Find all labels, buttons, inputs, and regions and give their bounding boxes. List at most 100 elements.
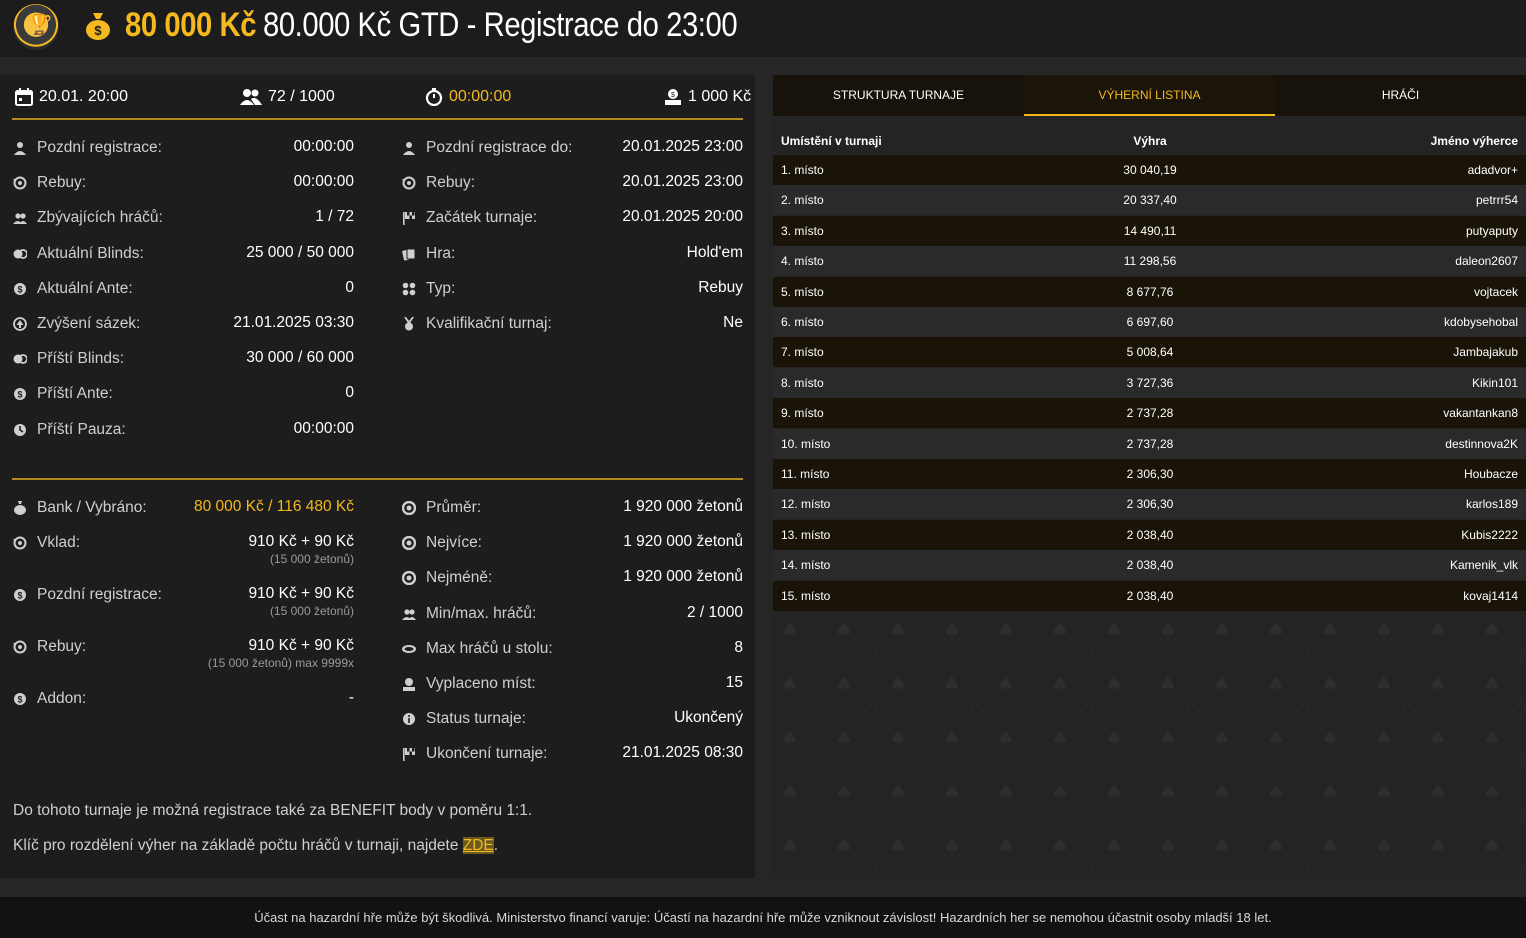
info-value: 00:00:00 — [293, 138, 354, 155]
info-row: Rebuy: — [13, 171, 86, 195]
table-row: 15. místo 2 038,40 kovaj1414 — [773, 580, 1526, 611]
money-value: 910 Kč + 90 Kč — [248, 637, 354, 654]
money-value: 80 000 Kč / 116 480 Kč — [194, 498, 354, 515]
cell-winner: karlos189 — [1465, 497, 1518, 512]
info-row: Hra: — [402, 242, 455, 266]
moneybag-icon: $ — [86, 13, 110, 40]
cell-place: 5. místo — [781, 284, 824, 299]
cell-winner: kovaj1414 — [1463, 588, 1518, 603]
info-icon — [403, 713, 415, 726]
cell-prize: 2 038,40 — [1126, 588, 1174, 603]
stopwatch-icon — [425, 88, 443, 106]
start-date: 20.01. 20:00 — [15, 85, 128, 109]
payout-key-link[interactable]: ZDE — [462, 837, 494, 854]
cell-place: 4. místo — [781, 254, 824, 269]
table-row: 3. místo 14 490,11 putyaputy — [773, 215, 1526, 246]
money-row: $ Pozdní registrace: — [13, 583, 162, 607]
info-row: $ Aktuální Ante: — [13, 277, 133, 301]
countdown-timer: 00:00:00 — [425, 85, 511, 109]
table-icon — [402, 644, 416, 653]
cell-prize: 2 038,40 — [1126, 558, 1174, 573]
cell-prize: 20 337,40 — [1123, 193, 1177, 208]
money-row: $ Addon: — [13, 687, 86, 711]
info-value: 2 / 1000 — [686, 603, 743, 621]
info-label: Max hráčů u stolu: — [426, 639, 553, 657]
divider — [12, 118, 743, 120]
money-label: Rebuy: — [37, 638, 87, 655]
tab-players[interactable]: HRÁČI — [1275, 75, 1526, 116]
cell-prize: 11 298,56 — [1123, 254, 1177, 269]
cell-prize: 6 697,60 — [1126, 315, 1174, 329]
info-label: Průměr: — [426, 499, 482, 516]
users-icon — [402, 608, 416, 620]
cell-place: 9. místo — [781, 406, 824, 421]
user-icon — [403, 142, 415, 155]
info-value: 1 920 000 žetonů — [623, 568, 743, 586]
svg-text:$: $ — [17, 591, 22, 601]
info-row: Status turnaje: — [402, 707, 526, 731]
cell-place: 14. místo — [781, 558, 831, 573]
clock-icon — [14, 423, 26, 436]
cell-winner: vakantankan8 — [1443, 406, 1518, 421]
col-header-prize: Výhra — [1133, 134, 1167, 148]
cell-prize: 2 737,28 — [1126, 436, 1174, 451]
cell-prize: 30 040,19 — [1123, 163, 1177, 177]
cell-place: 1. místo — [781, 163, 824, 177]
cell-place: 2. místo — [781, 193, 824, 208]
info-row: Zbývajících hráčů: — [13, 206, 163, 230]
col-header-winner: Jméno výherce — [1430, 134, 1518, 148]
info-row: Rebuy: — [402, 171, 475, 195]
tournament-prize: 80 000 Kč — [125, 6, 257, 44]
info-value: 30 000 / 60 000 — [246, 349, 354, 367]
info-row: Začátek turnaje: — [402, 206, 537, 230]
cell-prize: 3 727,36 — [1126, 375, 1174, 390]
raise-icon — [13, 317, 27, 331]
tab-payout-list[interactable]: VÝHERNÍ LISTINA — [1024, 75, 1275, 116]
results-panel: ♠ ♡ STRUKTURA TURNAJE VÝHERNÍ LISTINA HR… — [773, 75, 1526, 878]
cell-winner: Kubis2222 — [1461, 527, 1518, 542]
user-icon — [14, 142, 26, 155]
info-label: Zbývajících hráčů: — [37, 209, 163, 227]
tournament-title: 80.000 Kč GTD - Registrace do 23:00 — [263, 6, 738, 44]
info-value: 20.01.2025 20:00 — [622, 208, 743, 226]
cell-winner: Kamenik_vlk — [1449, 558, 1518, 573]
chip-icon — [402, 536, 416, 551]
cell-winner: Jambajakub — [1453, 345, 1518, 360]
info-label: Pozdní registrace do: — [426, 139, 573, 156]
info-value: Ukončený — [674, 709, 743, 727]
cell-prize: 2 306,30 — [1126, 497, 1174, 512]
payout-key-note: Klíč pro rozdělení výher na základě počt… — [13, 837, 498, 855]
cards-icon — [402, 248, 416, 261]
info-label: Začátek turnaje: — [426, 209, 538, 227]
player-count-value: 72 / 1000 — [268, 88, 335, 105]
info-row: Vyplaceno míst: — [402, 672, 536, 696]
money-label: Bank / Vybráno: — [37, 499, 147, 516]
cell-winner: Kikin101 — [1471, 375, 1518, 390]
info-label: Min/max. hráčů: — [426, 604, 537, 622]
money-row: Rebuy: — [13, 635, 86, 659]
cell-place: 12. místo — [781, 497, 831, 512]
info-label: Aktuální Blinds: — [37, 244, 144, 262]
cell-winner: putyaputy — [1465, 223, 1518, 238]
results-tabs: STRUKTURA TURNAJE VÝHERNÍ LISTINA HRÁČI — [773, 75, 1526, 116]
info-label: Příští Blinds: — [37, 350, 124, 368]
trophy-icon: 🏆 — [13, 4, 59, 50]
info-row: Ukončení turnaje: — [402, 742, 548, 766]
page-header: 🏆 $ 80 000 Kč 80.000 Kč GTD - Registrace… — [0, 0, 1526, 57]
table-row: 8. místo 3 727,36 Kikin101 — [773, 367, 1526, 398]
info-value: 0 — [345, 278, 354, 296]
info-label: Příští Pauza: — [37, 420, 126, 438]
benefit-note: Do tohoto turnaje je možná registrace ta… — [13, 802, 533, 819]
info-value: 8 — [734, 638, 743, 656]
info-label: Pozdní registrace: — [37, 139, 162, 156]
tab-structure[interactable]: STRUKTURA TURNAJE — [773, 75, 1024, 116]
table-row: 2. místo 20 337,40 petrrr54 — [773, 185, 1526, 216]
medal-icon — [404, 317, 414, 331]
info-label: Typ: — [426, 279, 456, 297]
money-value: 910 Kč + 90 Kč — [248, 533, 354, 550]
svg-text:$: $ — [17, 390, 22, 400]
table-row: 5. místo 8 677,76 vojtacek — [773, 276, 1526, 307]
cell-place: 10. místo — [781, 436, 831, 451]
info-label: Ukončení turnaje: — [426, 745, 548, 763]
info-row: Typ: — [402, 277, 455, 301]
